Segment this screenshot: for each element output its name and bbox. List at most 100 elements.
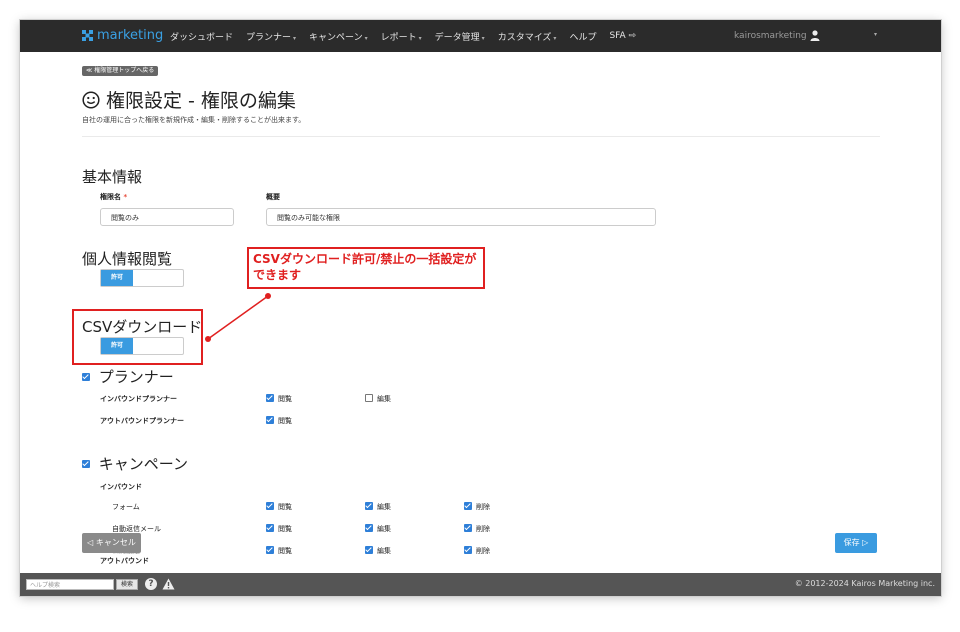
basic-info-heading: 基本情報 xyxy=(82,168,143,186)
main-content: ≪ 権限管理トップへ戻る 権限設定 - 権限の編集 自社の運用に合った権限を新規… xyxy=(20,52,941,573)
personal-info-heading: 個人情報閲覧 xyxy=(82,250,173,268)
outbound-planner-label: アウトバウンドプランナー xyxy=(100,417,184,425)
inbound-planner-view[interactable]: 閲覧 xyxy=(266,394,292,404)
campaign-heading-text: キャンペーン xyxy=(98,455,189,473)
nav-sfa-label: SFA ⇨ xyxy=(609,31,637,41)
checkbox[interactable] xyxy=(464,524,472,532)
personal-info-toggle-on: 許可 xyxy=(101,270,133,286)
planner-heading-text: プランナー xyxy=(98,368,174,386)
inbound-planner-edit[interactable]: 編集 xyxy=(365,394,391,404)
inbound-planner-label: インバウンドプランナー xyxy=(100,395,177,403)
nav-report[interactable]: レポート ▾ xyxy=(381,30,422,43)
checkbox[interactable] xyxy=(365,394,373,402)
copyright-text: © 2012-2024 Kairos Marketing inc. xyxy=(794,579,935,588)
personal-info-toggle[interactable]: 許可 xyxy=(100,269,184,287)
chevron-down-icon: ▾ xyxy=(481,34,485,42)
checkbox[interactable] xyxy=(266,502,274,510)
nav-planner-label: プランナー xyxy=(246,32,292,43)
nav-help[interactable]: ヘルプ xyxy=(569,30,596,43)
user-menu-caret-icon[interactable]: ▾ xyxy=(874,31,877,38)
user-icon[interactable] xyxy=(810,30,820,41)
checkbox[interactable] xyxy=(365,502,373,510)
campaign-heading: キャンペーン xyxy=(82,453,188,474)
publish-view[interactable]: 閲覧 xyxy=(266,546,292,556)
help-search-input[interactable]: ヘルプ検索 xyxy=(26,579,114,590)
permission-name-label-text: 権限名 xyxy=(100,193,121,201)
checkbox-label: 閲覧 xyxy=(278,503,292,511)
publish-delete[interactable]: 削除 xyxy=(464,546,490,556)
checkbox-label: 編集 xyxy=(377,395,391,403)
autoreply-delete[interactable]: 削除 xyxy=(464,524,490,534)
summary-input[interactable]: 閲覧のみ可能な権限 xyxy=(266,208,656,226)
nav-data-label: データ管理 xyxy=(434,32,480,43)
nav-customize[interactable]: カスタマイズ ▾ xyxy=(498,30,557,43)
nav-campaign[interactable]: キャンペーン ▾ xyxy=(309,30,368,43)
autoreply-view[interactable]: 閲覧 xyxy=(266,524,292,534)
checkbox[interactable] xyxy=(464,546,472,554)
logo[interactable]: marketing xyxy=(82,28,163,43)
cancel-button[interactable]: ◁ キャンセル xyxy=(82,533,141,553)
help-search-button[interactable]: 検索 xyxy=(116,579,138,590)
planner-all-checkbox[interactable] xyxy=(82,372,90,381)
page-description: 自社の運用に合った権限を新規作成・編集・削除することが出来ます。 xyxy=(82,116,306,124)
user-menu[interactable]: kairosmarketing xyxy=(734,20,807,52)
checkbox-label: 削除 xyxy=(476,525,490,533)
checkbox[interactable] xyxy=(266,546,274,554)
permission-name-input[interactable]: 閲覧のみ xyxy=(100,208,234,226)
checkbox[interactable] xyxy=(266,394,274,402)
csv-download-toggle[interactable]: 許可 xyxy=(100,337,184,355)
nav-campaign-label: キャンペーン xyxy=(309,32,363,43)
top-navbar: marketing ダッシュボード プランナー ▾ キャンペーン ▾ レポート ▾ デ… xyxy=(20,20,941,52)
summary-label: 概要 xyxy=(266,193,280,201)
page-title-text: 権限設定 - 権限の編集 xyxy=(106,90,296,112)
checkbox-label: 閲覧 xyxy=(278,395,292,403)
save-button[interactable]: 保存 ▷ xyxy=(835,533,877,553)
help-question-icon[interactable]: ? xyxy=(145,578,157,590)
app-window: marketing ダッシュボード プランナー ▾ キャンペーン ▾ レポート ▾ デ… xyxy=(20,20,941,596)
checkbox[interactable] xyxy=(365,524,373,532)
campaign-all-checkbox[interactable] xyxy=(82,459,90,468)
nav-data[interactable]: データ管理 ▾ xyxy=(435,30,485,43)
checkbox-label: 編集 xyxy=(377,503,391,511)
checkbox[interactable] xyxy=(464,502,472,510)
csv-download-toggle-on: 許可 xyxy=(101,338,133,354)
checkbox-label: 閲覧 xyxy=(278,417,292,425)
nav-sfa[interactable]: SFA ⇨ xyxy=(609,31,636,41)
csv-download-heading: CSVダウンロード xyxy=(82,318,203,336)
page-title: 権限設定 - 権限の編集 xyxy=(82,86,296,113)
logo-mark-icon xyxy=(82,30,93,41)
chevron-down-icon: ▾ xyxy=(418,34,422,42)
planner-heading: プランナー xyxy=(82,366,174,387)
required-mark: * xyxy=(123,193,128,201)
checkbox-label: 削除 xyxy=(476,547,490,555)
username: kairosmarketing xyxy=(734,31,807,41)
form-delete[interactable]: 削除 xyxy=(464,502,490,512)
logo-text: marketing xyxy=(97,28,164,43)
warning-icon[interactable] xyxy=(162,578,175,590)
campaign-inbound-label: インバウンド xyxy=(100,483,142,491)
checkbox-label: 編集 xyxy=(377,547,391,555)
checkbox-label: 閲覧 xyxy=(278,525,292,533)
callout-connector xyxy=(205,293,271,342)
nav-customize-label: カスタマイズ xyxy=(497,32,552,43)
main-nav: ダッシュボード プランナー ▾ キャンペーン ▾ レポート ▾ データ管理 ▾ カスタマ… xyxy=(170,20,636,52)
checkbox[interactable] xyxy=(266,416,274,424)
checkbox[interactable] xyxy=(365,546,373,554)
back-to-permissions-button[interactable]: ≪ 権限管理トップへ戻る xyxy=(82,66,159,76)
nav-dashboard-label: ダッシュボード xyxy=(170,32,234,43)
checkbox-label: 閲覧 xyxy=(278,547,292,555)
checkbox[interactable] xyxy=(266,524,274,532)
divider xyxy=(82,136,880,137)
annotation-callout: CSVダウンロード許可/禁止の一括設定ができます xyxy=(247,247,485,289)
checkbox-label: 編集 xyxy=(377,525,391,533)
autoreply-edit[interactable]: 編集 xyxy=(365,524,391,534)
form-edit[interactable]: 編集 xyxy=(365,502,391,512)
form-view[interactable]: 閲覧 xyxy=(266,502,292,512)
checkbox-label: 削除 xyxy=(476,503,490,511)
publish-edit[interactable]: 編集 xyxy=(365,546,391,556)
nav-dashboard[interactable]: ダッシュボード xyxy=(170,30,233,43)
campaign-row-label: フォーム xyxy=(112,503,140,511)
nav-planner[interactable]: プランナー ▾ xyxy=(246,30,296,43)
outbound-planner-view[interactable]: 閲覧 xyxy=(266,416,292,426)
campaign-outbound-label: アウトバウンド xyxy=(100,557,149,565)
